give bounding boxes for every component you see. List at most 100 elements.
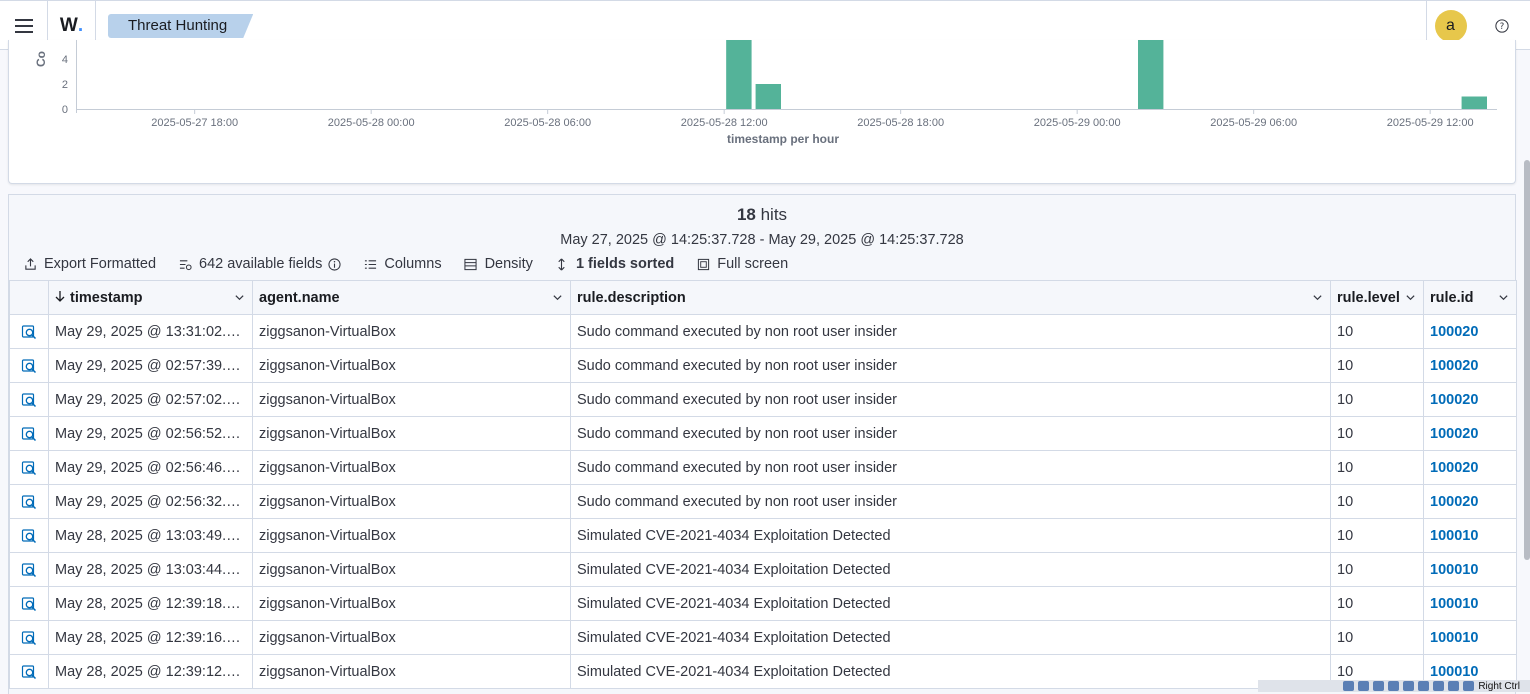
histogram-chart[interactable]: 0 2 4 Co 2025-05-27 18:00 2025-05-28 00:00 202…: [9, 40, 1517, 184]
cell-agent-name: ziggsanon-VirtualBox: [252, 314, 571, 349]
x-tick-label: 2025-05-28 00:00: [328, 117, 415, 129]
inspect-icon: [21, 358, 37, 373]
cell-rule-id[interactable]: 100020: [1423, 382, 1517, 417]
inspect-document-button[interactable]: [9, 348, 49, 383]
control-column-header: [9, 280, 49, 315]
cell-rule-id[interactable]: 100020: [1423, 314, 1517, 349]
table-row[interactable]: May 28, 2025 @ 12:39:16.3... ziggsanon-Vi…: [9, 620, 1517, 655]
cell-rule-id[interactable]: 100010: [1423, 620, 1517, 655]
table-row[interactable]: May 29, 2025 @ 02:56:32.9... ziggsanon-Vi…: [9, 484, 1517, 519]
cell-timestamp: May 29, 2025 @ 02:56:52.9...: [48, 416, 253, 451]
histogram-panel: 0 2 4 Co 2025-05-27 18:00 2025-05-28 00:00 202…: [8, 40, 1516, 184]
cell-timestamp: May 29, 2025 @ 02:56:46.9...: [48, 450, 253, 485]
vm-status-icon: [1343, 681, 1355, 691]
table-row[interactable]: May 28, 2025 @ 13:03:44.2... ziggsanon-Vi…: [9, 552, 1517, 587]
inspect-document-button[interactable]: [9, 552, 49, 587]
cell-rule-id[interactable]: 100020: [1423, 416, 1517, 451]
chevron-down-icon[interactable]: [1498, 292, 1509, 303]
column-header-rule-id[interactable]: rule.id: [1423, 280, 1517, 315]
full-screen-button[interactable]: Full screen: [696, 256, 788, 272]
inspect-document-button[interactable]: [9, 586, 49, 621]
table-row[interactable]: May 29, 2025 @ 13:31:02.9... ziggsanon-Vi…: [9, 314, 1517, 349]
page-scrollbar[interactable]: [1524, 160, 1530, 560]
cell-timestamp: May 28, 2025 @ 12:39:16.3...: [48, 620, 253, 655]
cell-rule-id[interactable]: 100010: [1423, 552, 1517, 587]
cell-timestamp: May 29, 2025 @ 02:56:32.9...: [48, 484, 253, 519]
vm-status-icon: [1358, 681, 1370, 691]
table-row[interactable]: May 28, 2025 @ 13:03:49.4... ziggsanon-Vi…: [9, 518, 1517, 553]
chevron-down-icon[interactable]: [1405, 292, 1416, 303]
y-tick-label: 0: [62, 104, 68, 116]
y-axis-label: Co: [34, 51, 48, 67]
logo-text: W: [59, 14, 78, 36]
inspect-document-button[interactable]: [9, 620, 49, 655]
inspect-document-button[interactable]: [9, 518, 49, 553]
table-row[interactable]: May 29, 2025 @ 02:56:52.9... ziggsanon-Vi…: [9, 416, 1517, 451]
cell-rule-id[interactable]: 100010: [1423, 586, 1517, 621]
vm-status-icon: [1418, 681, 1430, 691]
cell-rule-description: Simulated CVE-2021-4034 Exploitation Det…: [570, 518, 1331, 553]
cell-rule-description: Sudo command executed by non root user i…: [570, 348, 1331, 383]
cell-rule-id[interactable]: 100020: [1423, 484, 1517, 519]
inspect-document-button[interactable]: [9, 382, 49, 417]
inspect-document-button[interactable]: [9, 416, 49, 451]
table-row[interactable]: May 29, 2025 @ 02:57:02.9... ziggsanon-Vi…: [9, 382, 1517, 417]
cell-agent-name: ziggsanon-VirtualBox: [252, 518, 571, 553]
vm-status-icon: [1373, 681, 1385, 691]
table-row[interactable]: May 29, 2025 @ 02:57:39.0... ziggsanon-Vi…: [9, 348, 1517, 383]
cell-rule-id[interactable]: 100020: [1423, 348, 1517, 383]
cell-rule-description: Sudo command executed by non root user i…: [570, 314, 1331, 349]
histogram-bar[interactable]: [755, 84, 781, 109]
results-panel: 18 hits May 27, 2025 @ 14:25:37.728 - Ma…: [8, 194, 1517, 694]
histogram-bar[interactable]: [1461, 96, 1487, 110]
inspect-document-button[interactable]: [9, 314, 49, 349]
inspect-icon: [21, 460, 37, 475]
inspect-icon: [21, 494, 37, 509]
breadcrumb-threat-hunting[interactable]: Threat Hunting: [108, 14, 253, 38]
table-row[interactable]: May 28, 2025 @ 12:39:18.6... ziggsanon-Vi…: [9, 586, 1517, 621]
chevron-down-icon[interactable]: [234, 292, 245, 303]
inspect-icon: [21, 596, 37, 611]
y-tick-label: 4: [62, 54, 68, 66]
export-formatted-button[interactable]: Export Formatted: [23, 256, 156, 272]
columns-label: Columns: [384, 256, 442, 272]
cell-timestamp: May 28, 2025 @ 13:03:44.2...: [48, 552, 253, 587]
column-header-label: agent.name: [259, 289, 340, 306]
column-header-agent-name[interactable]: agent.name: [252, 280, 571, 315]
cell-rule-id[interactable]: 100020: [1423, 450, 1517, 485]
column-header-timestamp[interactable]: timestamp: [48, 280, 253, 315]
chevron-down-icon[interactable]: [552, 292, 563, 303]
cell-rule-description: Sudo command executed by non root user i…: [570, 416, 1331, 451]
vm-status-icon: [1388, 681, 1400, 691]
cell-rule-level: 10: [1330, 586, 1424, 621]
columns-button[interactable]: Columns: [363, 256, 442, 272]
cell-rule-level: 10: [1330, 484, 1424, 519]
inspect-document-button[interactable]: [9, 450, 49, 485]
cell-agent-name: ziggsanon-VirtualBox: [252, 654, 571, 689]
fullscreen-icon: [697, 258, 709, 270]
hamburger-icon: [14, 18, 33, 33]
inspect-document-button[interactable]: [9, 654, 49, 689]
inspect-document-button[interactable]: [9, 484, 49, 519]
histogram-bar[interactable]: [1138, 40, 1164, 109]
density-button[interactable]: Density: [464, 256, 533, 272]
inspect-icon: [21, 528, 37, 543]
histogram-bar[interactable]: [726, 40, 752, 109]
chevron-down-icon[interactable]: [1312, 292, 1323, 303]
column-header-rule-level[interactable]: rule.level: [1330, 280, 1424, 315]
cell-rule-id[interactable]: 100010: [1423, 518, 1517, 553]
cell-rule-level: 10: [1330, 450, 1424, 485]
sort-fields-button[interactable]: 1 fields sorted: [555, 256, 674, 272]
available-fields-button[interactable]: 642 available fields: [178, 256, 341, 272]
cell-agent-name: ziggsanon-VirtualBox: [252, 348, 571, 383]
column-header-label: rule.description: [577, 289, 686, 306]
list-icon: [364, 259, 376, 269]
x-tick-label: 2025-05-28 06:00: [504, 117, 591, 129]
x-tick-label: 2025-05-29 00:00: [1034, 117, 1121, 129]
density-label: Density: [484, 256, 533, 272]
column-header-rule-description[interactable]: rule.description: [570, 280, 1331, 315]
hits-label: hits: [760, 205, 788, 224]
table-row[interactable]: May 29, 2025 @ 02:56:46.9... ziggsanon-Vi…: [9, 450, 1517, 485]
svg-text:?: ?: [1500, 22, 1505, 32]
cell-rule-description: Simulated CVE-2021-4034 Exploitation Det…: [570, 620, 1331, 655]
